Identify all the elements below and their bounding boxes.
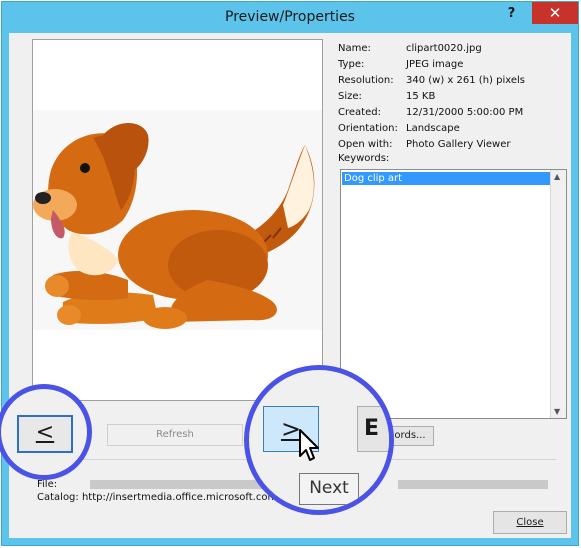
keywords-listbox[interactable]: Dog clip art ▲ ▼ xyxy=(340,169,567,419)
prop-row-open-with: Open with: Photo Gallery Viewer xyxy=(338,139,511,150)
refresh-button[interactable]: Refresh xyxy=(107,424,243,446)
keywords-label: Keywords: xyxy=(338,153,390,164)
help-button[interactable]: ? xyxy=(499,3,524,25)
prop-row-name: Name: clipart0020.jpg xyxy=(338,43,482,54)
prop-row-size: Size: 15 KB xyxy=(338,91,436,102)
window-title: Preview/Properties xyxy=(225,9,355,25)
close-button[interactable]: Close xyxy=(493,511,567,534)
scroll-up-icon[interactable]: ▲ xyxy=(554,172,560,181)
mouse-cursor-icon xyxy=(299,429,319,461)
keyword-item[interactable]: Dog clip art xyxy=(342,172,551,185)
window-close-button[interactable]: ✕ xyxy=(532,2,578,24)
next-tooltip: Next xyxy=(299,473,359,505)
scroll-down-icon[interactable]: ▼ xyxy=(554,407,560,416)
catalog-url: http://insertmedia.office.microsoft.com xyxy=(81,492,278,503)
prev-highlight-circle: < xyxy=(0,384,92,480)
next-highlight-circle: > E Next xyxy=(244,365,394,515)
dog-clipart-image xyxy=(33,122,315,329)
catalog-row: Catalog: http://insertmedia.office.micro… xyxy=(37,492,278,503)
title-bar[interactable]: Preview/Properties xyxy=(2,2,578,33)
edit-keywords-button-magnified[interactable]: E xyxy=(357,406,389,452)
keywords-scrollbar[interactable]: ▲ ▼ xyxy=(550,170,566,418)
properties-list: Name: clipart0020.jpg Type: JPEG image Res… xyxy=(338,41,525,153)
prop-row-resolution: Resolution: 340 (w) x 261 (h) pixels xyxy=(338,75,525,86)
preview-properties-dialog: Preview/Properties ? ✕ Name: clipart0020… xyxy=(0,1,579,546)
previous-button[interactable]: < xyxy=(17,415,73,453)
image-preview xyxy=(32,39,323,401)
prop-row-type: Type: JPEG image xyxy=(338,59,464,70)
prop-row-orientation: Orientation: Landscape xyxy=(338,123,460,134)
prop-row-created: Created: 12/31/2000 5:00:00 PM xyxy=(338,107,524,118)
